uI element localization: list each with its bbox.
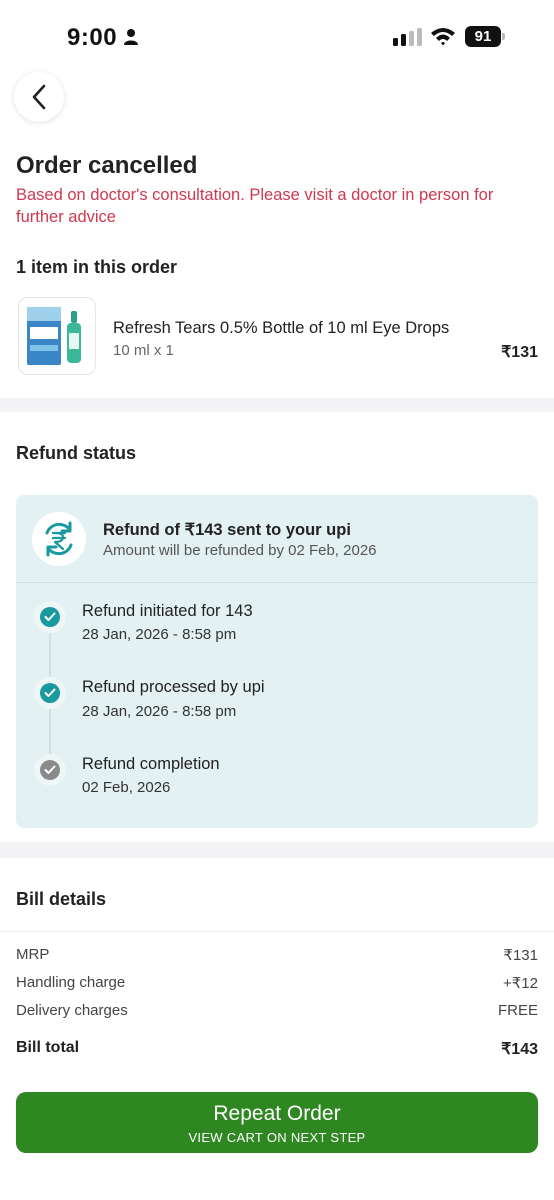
repeat-order-sublabel: VIEW CART ON NEXT STEP	[188, 1130, 366, 1145]
step-check-icon	[34, 601, 66, 633]
items-heading: 1 item in this order	[16, 257, 178, 277]
section-divider	[0, 398, 554, 412]
product-name: Refresh Tears 0.5% Bottle of 10 ml Eye D…	[113, 319, 450, 337]
product-quantity: 10 ml x 1	[113, 342, 174, 359]
product-price: ₹131	[501, 344, 538, 361]
status-time: 9:00	[67, 24, 118, 51]
refund-summary-title: Refund of ₹143 sent to your upi	[103, 521, 351, 539]
order-section: Order cancelled Based on doctor's consul…	[0, 134, 554, 398]
cancellation-reason: Based on doctor's consultation. Please v…	[16, 186, 494, 226]
refund-card-divider	[16, 582, 538, 583]
refund-card: Refund of ₹143 sent to your upi Amount w…	[16, 495, 538, 828]
battery-tip	[502, 33, 505, 40]
bill-heading: Bill details	[16, 889, 107, 909]
bottom-safe-area	[0, 1170, 554, 1200]
bill-total-value: ₹143	[501, 1041, 538, 1058]
eye-drops-product-icon	[27, 307, 81, 365]
back-button[interactable]	[14, 72, 64, 122]
status-bar: 9:00 91	[0, 0, 554, 70]
bill-row-value: ₹131	[503, 947, 538, 964]
step-check-icon	[34, 677, 66, 709]
bill-section: Bill details MRP ₹131 Handling charge +₹…	[0, 858, 554, 1078]
wifi-icon	[431, 28, 455, 46]
chevron-left-icon	[32, 84, 46, 110]
battery-level: 91	[465, 26, 501, 47]
refund-section: Refund status Refund of ₹143 sent to you…	[0, 412, 554, 842]
bill-row-label: Handling charge	[16, 974, 126, 991]
refund-heading: Refund status	[16, 443, 137, 463]
step-date: 28 Jan, 2026 - 8:58 pm	[82, 703, 237, 720]
step-date: 02 Feb, 2026	[82, 779, 171, 796]
step-date: 28 Jan, 2026 - 8:58 pm	[82, 626, 237, 643]
step-title: Refund completion	[82, 755, 220, 773]
header	[0, 70, 554, 134]
bill-row-value: FREE	[497, 1002, 538, 1019]
product-image[interactable]	[18, 297, 96, 375]
refund-icon-wrapper	[32, 512, 86, 566]
battery-icon: 91	[465, 26, 505, 47]
bill-row-value: +₹12	[503, 975, 538, 992]
signal-icon	[393, 28, 422, 46]
section-divider	[0, 842, 554, 858]
step-title: Refund processed by upi	[82, 678, 265, 696]
bill-total-label: Bill total	[16, 1039, 80, 1056]
rupee-refund-icon	[45, 521, 73, 557]
person-icon	[124, 29, 138, 45]
refund-summary-subtitle: Amount will be refunded by 02 Feb, 2026	[103, 542, 377, 559]
step-title: Refund initiated for 143	[82, 602, 253, 620]
order-status-title: Order cancelled	[16, 152, 198, 179]
repeat-order-label: Repeat Order	[213, 1102, 341, 1125]
step-pending-icon	[34, 754, 66, 786]
bill-row-label: MRP	[16, 946, 50, 963]
bill-row-label: Delivery charges	[16, 1002, 128, 1019]
bill-divider	[0, 931, 554, 932]
repeat-order-button[interactable]: Repeat Order VIEW CART ON NEXT STEP	[16, 1092, 538, 1153]
